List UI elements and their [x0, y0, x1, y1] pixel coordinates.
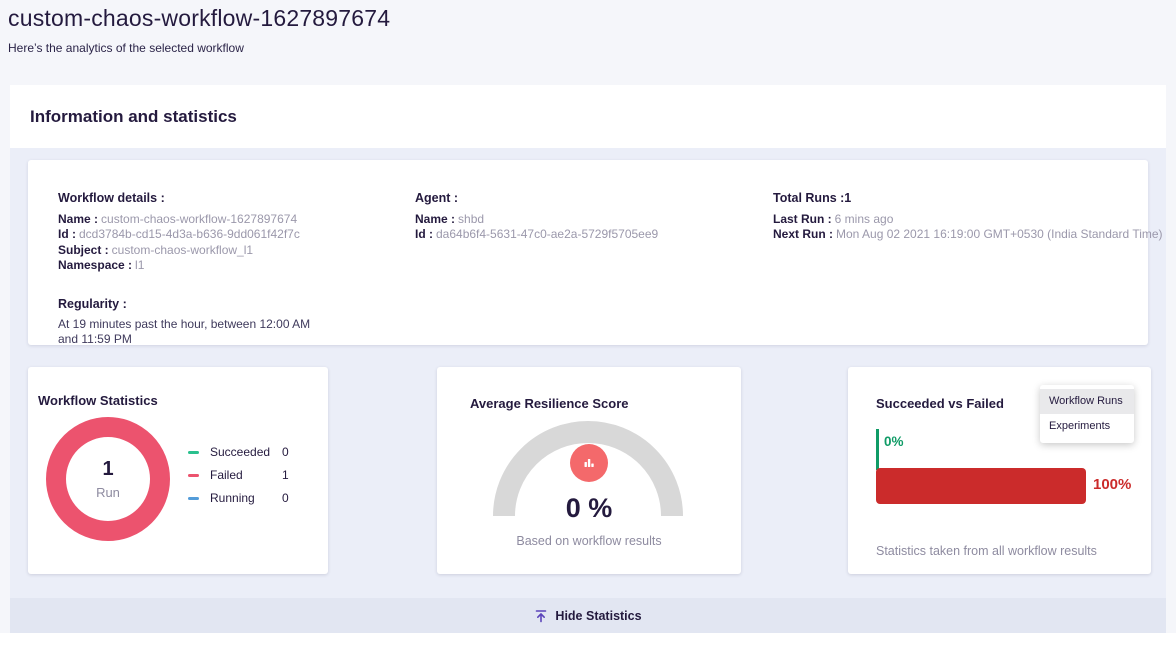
- section-header-band: Information and statistics: [10, 85, 1166, 148]
- stats-source-dropdown-menu[interactable]: Workflow Runs Experiments: [1040, 385, 1134, 443]
- total-runs-heading: Total Runs :1: [773, 191, 1148, 205]
- detail-row: Name :shbd: [415, 212, 755, 227]
- vertical-align-top-icon: [534, 609, 548, 623]
- succeeded-bar: [876, 429, 879, 470]
- regularity-text: At 19 minutes past the hour, between 12:…: [58, 317, 320, 348]
- menu-item-workflow-runs[interactable]: Workflow Runs: [1040, 389, 1134, 414]
- bottom-strip: [0, 633, 1176, 645]
- run-count: 1: [102, 458, 113, 481]
- hide-statistics-button[interactable]: Hide Statistics: [10, 598, 1166, 633]
- detail-row: Next Run :Mon Aug 02 2021 16:19:00 GMT+0…: [773, 227, 1148, 242]
- detail-row: Id :dcd3784b-cd15-4d3a-b636-9dd061f42f7c: [58, 227, 398, 242]
- detail-row: Name :custom-chaos-workflow-1627897674: [58, 212, 398, 227]
- analytics-content: Information and statistics Workflow deta…: [10, 85, 1166, 633]
- legend-item-succeeded: Succeeded 0: [188, 445, 289, 459]
- agent-column: Agent : Name :shbd Id :da64b6f4-5631-47c…: [415, 160, 755, 243]
- succeeded-dash-icon: [188, 451, 199, 454]
- donut-center: 1 Run: [46, 417, 170, 541]
- succeeded-vs-failed-card: Succeeded vs Failed Workflow Runs Experi…: [848, 367, 1151, 574]
- workflow-statistics-title: Workflow Statistics: [38, 393, 158, 408]
- running-dash-icon: [188, 497, 199, 500]
- run-count-label: Run: [96, 485, 120, 500]
- statistics-panel: Workflow details : Name :custom-chaos-wo…: [10, 148, 1166, 598]
- bar-chart-icon: [570, 444, 608, 482]
- workflow-details-column: Workflow details : Name :custom-chaos-wo…: [58, 160, 398, 348]
- total-runs-column: Total Runs :1 Last Run :6 mins ago Next …: [773, 160, 1148, 243]
- page-subtitle: Here’s the analytics of the selected wor…: [8, 41, 390, 55]
- succeeded-percentage: 0%: [884, 434, 904, 449]
- regularity-heading: Regularity :: [58, 297, 398, 311]
- legend-item-failed: Failed 1: [188, 468, 289, 482]
- workflow-statistics-card: Workflow Statistics 1 Run Succeeded 0: [28, 367, 328, 574]
- detail-row: Namespace :l1: [58, 258, 398, 273]
- resilience-score-card: Average Resilience Score 0 % Based on wo…: [437, 367, 741, 574]
- page-title: custom-chaos-workflow-1627897674: [8, 5, 390, 32]
- detail-row: Subject :custom-chaos-workflow_l1: [58, 243, 398, 258]
- resilience-score-title: Average Resilience Score: [470, 396, 629, 411]
- succeeded-vs-failed-caption: Statistics taken from all workflow resul…: [876, 544, 1097, 558]
- donut-legend: Succeeded 0 Failed 1 Running 0: [188, 445, 289, 514]
- detail-row: Last Run :6 mins ago: [773, 212, 1148, 227]
- resilience-score-value: 0 %: [437, 493, 741, 524]
- resilience-caption: Based on workflow results: [437, 534, 741, 548]
- info-card: Workflow details : Name :custom-chaos-wo…: [28, 160, 1148, 345]
- section-title: Information and statistics: [30, 107, 237, 127]
- failed-dash-icon: [188, 474, 199, 477]
- agent-heading: Agent :: [415, 191, 755, 205]
- succeeded-vs-failed-title: Succeeded vs Failed: [876, 396, 1004, 411]
- failed-percentage: 100%: [1093, 476, 1131, 493]
- legend-item-running: Running 0: [188, 491, 289, 505]
- menu-item-experiments[interactable]: Experiments: [1040, 414, 1134, 439]
- page-header: custom-chaos-workflow-1627897674 Here’s …: [8, 0, 390, 55]
- hide-statistics-label: Hide Statistics: [555, 609, 641, 623]
- workflow-details-heading: Workflow details :: [58, 191, 398, 205]
- failed-bar: [876, 468, 1086, 504]
- detail-row: Id :da64b6f4-5631-47c0-ae2a-5729f5705ee9: [415, 227, 755, 242]
- workflow-runs-donut-chart: 1 Run: [46, 417, 170, 541]
